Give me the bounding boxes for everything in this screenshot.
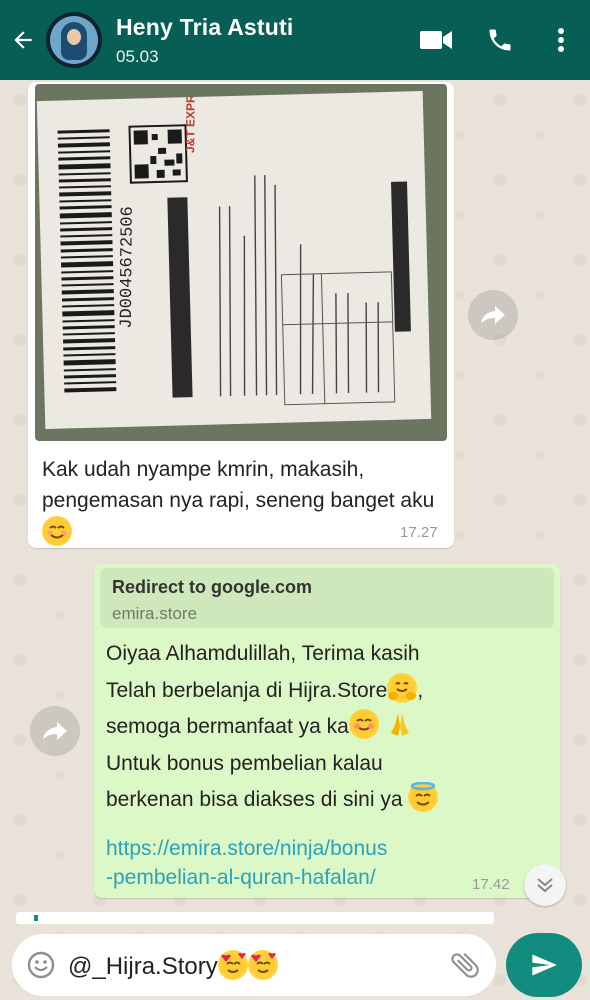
smiling-face-emoji [42,516,72,546]
forward-button[interactable] [468,290,518,340]
link-preview-title: Redirect to google.com [112,577,313,597]
incoming-time: 17.27 [400,524,438,541]
shipping-label: J&T EXPRESS JD0045672506 [36,84,432,429]
smiling-halo-emoji [408,782,439,812]
video-call-button[interactable] [404,0,468,80]
last-seen: 05.03 [116,46,159,66]
outgoing-message-text: Oiyaa Alhamdulillah, Terima kasih Telah … [106,636,546,819]
label-tracking-number: JD0045672506 [118,206,138,329]
back-arrow-icon [14,31,32,49]
scroll-to-bottom-button[interactable] [524,864,566,906]
double-chevron-down-icon [537,878,553,893]
back-button[interactable] [0,0,46,80]
smiling-hearts-emoji [217,949,248,980]
label-brand: J&T EXPRESS [183,91,198,153]
link-preview-domain: emira.store [112,604,198,623]
outgoing-time: 17.42 [472,876,510,893]
incoming-message[interactable]: J&T EXPRESS JD0045672506 Kak udah nyampe… [28,82,454,548]
send-button[interactable] [506,933,582,997]
link-preview[interactable]: Redirect to google.com emira.store [100,568,554,628]
upload-progress-bar [16,912,494,924]
attach-button[interactable] [448,948,482,982]
forward-icon [43,722,67,740]
message-composer[interactable]: @_Hijra.Story [12,934,496,996]
outgoing-message[interactable]: Redirect to google.com emira.store Oiyaa… [94,564,560,898]
upload-progress-fill [34,915,38,921]
phone-icon [489,29,511,51]
smiling-hearts-emoji [247,949,278,980]
forward-icon [481,306,505,324]
more-options-button[interactable] [532,0,590,80]
contact-name: Heny Tria Astuti [116,13,294,40]
chat-header: Heny Tria Astuti 05.03 [0,0,590,80]
video-call-icon [420,31,452,49]
voice-call-button[interactable] [468,0,532,80]
contact-info[interactable]: Heny Tria Astuti 05.03 [116,14,404,67]
emoji-icon [27,951,55,979]
emoji-button[interactable] [26,950,56,980]
hugging-face-emoji [387,672,418,703]
shipping-label-photo[interactable]: J&T EXPRESS JD0045672506 [35,84,447,441]
shipping-label-graphic: J&T EXPRESS JD0045672506 [57,84,411,406]
smiling-blush-emoji [348,709,379,739]
send-icon [532,954,557,976]
more-vert-icon [558,28,564,52]
message-input[interactable]: @_Hijra.Story [68,949,448,981]
forward-button[interactable] [30,706,80,756]
incoming-message-text: Kak udah nyampe kmrin, makasih, pengemas… [42,454,442,549]
avatar[interactable] [46,12,102,68]
folded-hands-emoji [385,709,415,739]
attach-icon [451,952,479,978]
bonus-link[interactable]: https://emira.store/ninja/bonus -pembeli… [106,834,486,892]
